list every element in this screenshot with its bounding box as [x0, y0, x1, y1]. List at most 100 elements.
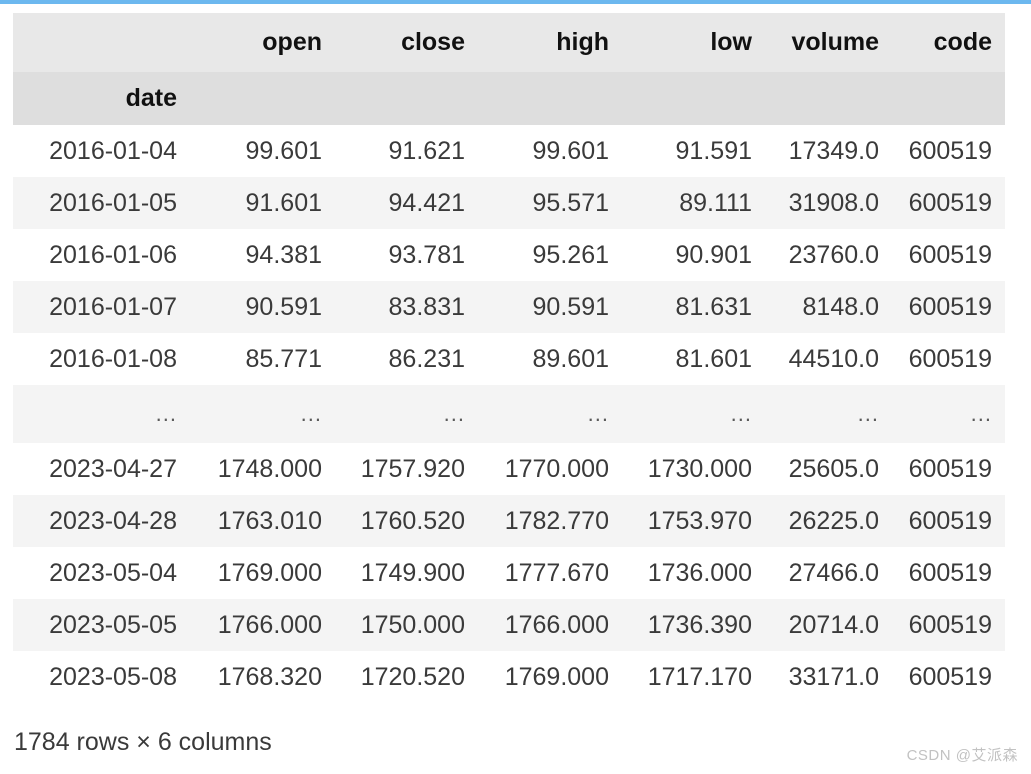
table-cell-open: 94.381 [245, 240, 322, 269]
table-cell-close: 94.421 [335, 177, 478, 229]
table-cell-volume: 8148.0 [765, 281, 892, 333]
csdn-watermark: CSDN @艾派森 [906, 747, 1018, 764]
table-cell-open: 99.601 [245, 136, 322, 165]
index-name-spacer-open [190, 72, 335, 125]
table-cell-volume: 44510.0 [788, 344, 879, 373]
table-row: 2023-05-08 1768.320 1720.520 1769.000 1717.1… [13, 651, 1005, 703]
table-cell-low: 91.591 [675, 136, 752, 165]
table-body: 2016-01-04 99.601 91.621 99.601 91.591 17349.… [13, 125, 1005, 703]
table-cell-low: 1717.170 [647, 662, 752, 691]
table-row: ..................... [13, 385, 1005, 443]
table-cell-code: 600519 [892, 599, 1005, 651]
table-cell-high: 95.261 [532, 240, 609, 269]
table-cell-low: ... [622, 385, 765, 443]
dataframe-output: open close high low volume code date 201… [13, 13, 1005, 703]
table-cell-open: 1766.000 [190, 599, 335, 651]
corner-cell [13, 13, 190, 72]
table-header: open close high low volume code date [13, 13, 1005, 125]
table-cell-high: ... [478, 385, 622, 443]
table-row: 2016-01-05 91.601 94.421 95.571 89.111 31908.… [13, 177, 1005, 229]
table-cell-close: 1749.900 [360, 558, 465, 587]
table-row: 2023-04-27 1748.000 1757.920 1770.000 1730.0… [13, 443, 1005, 495]
table-cell-high: 1782.770 [478, 495, 622, 547]
row-index-cell: 2023-05-08 [49, 662, 177, 691]
table-row: 2016-01-04 99.601 91.621 99.601 91.591 17349.… [13, 125, 1005, 177]
table-cell-close: 93.781 [388, 240, 465, 269]
dataframe-table: open close high low volume code date 201… [13, 13, 1005, 703]
table-cell-volume: 26225.0 [765, 495, 892, 547]
table-cell-code: 600519 [908, 344, 992, 373]
table-cell-high: 90.591 [478, 281, 622, 333]
column-header-close: close [335, 13, 478, 72]
table-cell-open: 1769.000 [217, 558, 322, 587]
table-cell-low: 89.111 [622, 177, 765, 229]
table-cell-high: 89.601 [532, 344, 609, 373]
table-cell-high: 99.601 [532, 136, 609, 165]
table-cell-open: 90.591 [190, 281, 335, 333]
table-cell-low: 90.901 [675, 240, 752, 269]
row-index-cell: 2023-05-05 [13, 599, 190, 651]
table-cell-volume: 31908.0 [765, 177, 892, 229]
table-cell-volume: 20714.0 [765, 599, 892, 651]
index-name-spacer-code [892, 72, 1005, 125]
index-name-spacer-close [335, 72, 478, 125]
table-cell-close: 86.231 [388, 344, 465, 373]
index-name-spacer-low [622, 72, 765, 125]
column-header-open: open [190, 13, 335, 72]
column-header-code: code [892, 13, 1005, 72]
row-index-cell: 2023-04-28 [13, 495, 190, 547]
table-row: 2016-01-08 85.771 86.231 89.601 81.601 44510.… [13, 333, 1005, 385]
table-cell-open: 1748.000 [217, 454, 322, 483]
row-index-cell: 2016-01-04 [49, 136, 177, 165]
column-header-row: open close high low volume code [13, 13, 1005, 72]
index-name-spacer-volume [765, 72, 892, 125]
top-divider-rule [0, 0, 1031, 4]
table-cell-volume: 17349.0 [788, 136, 879, 165]
table-cell-low: 1753.970 [622, 495, 765, 547]
table-cell-volume: ... [765, 385, 892, 443]
table-cell-volume: 27466.0 [788, 558, 879, 587]
table-cell-close: 1757.920 [360, 454, 465, 483]
table-cell-close: 1760.520 [335, 495, 478, 547]
table-cell-volume: 33171.0 [788, 662, 879, 691]
table-cell-open: 1763.010 [190, 495, 335, 547]
column-header-low: low [622, 13, 765, 72]
table-cell-high: 1766.000 [478, 599, 622, 651]
table-cell-open: ... [190, 385, 335, 443]
table-cell-code: 600519 [892, 281, 1005, 333]
table-cell-code: 600519 [892, 495, 1005, 547]
table-cell-code: 600519 [908, 662, 992, 691]
table-cell-volume: 23760.0 [788, 240, 879, 269]
dataframe-shape-caption: 1784 rows × 6 columns [14, 728, 272, 756]
table-cell-high: 1777.670 [504, 558, 609, 587]
table-cell-open: 91.601 [190, 177, 335, 229]
row-index-cell: ... [13, 385, 190, 443]
table-cell-code: 600519 [908, 454, 992, 483]
column-header-high: high [478, 13, 622, 72]
table-cell-code: 600519 [908, 558, 992, 587]
table-cell-low: 1736.000 [647, 558, 752, 587]
index-name-row: date [13, 72, 1005, 125]
table-cell-close: ... [335, 385, 478, 443]
table-cell-high: 1769.000 [504, 662, 609, 691]
table-cell-code: ... [892, 385, 1005, 443]
table-cell-code: 600519 [908, 240, 992, 269]
row-index-cell: 2016-01-06 [49, 240, 177, 269]
table-cell-close: 1720.520 [360, 662, 465, 691]
row-index-cell: 2023-04-27 [49, 454, 177, 483]
table-cell-volume: 25605.0 [788, 454, 879, 483]
table-row: 2016-01-06 94.381 93.781 95.261 90.901 23760.… [13, 229, 1005, 281]
table-cell-close: 91.621 [388, 136, 465, 165]
table-row: 2016-01-07 90.591 83.831 90.591 81.631 8148.0… [13, 281, 1005, 333]
table-cell-code: 600519 [892, 177, 1005, 229]
row-index-cell: 2016-01-05 [13, 177, 190, 229]
table-cell-open: 85.771 [245, 344, 322, 373]
row-index-cell: 2016-01-07 [13, 281, 190, 333]
table-cell-low: 1736.390 [622, 599, 765, 651]
row-index-cell: 2016-01-08 [49, 344, 177, 373]
table-cell-close: 83.831 [335, 281, 478, 333]
table-row: 2023-05-05 1766.000 1750.000 1766.000 1736.3… [13, 599, 1005, 651]
table-cell-low: 81.631 [622, 281, 765, 333]
table-row: 2023-05-04 1769.000 1749.900 1777.670 1736.0… [13, 547, 1005, 599]
column-header-volume: volume [765, 13, 892, 72]
